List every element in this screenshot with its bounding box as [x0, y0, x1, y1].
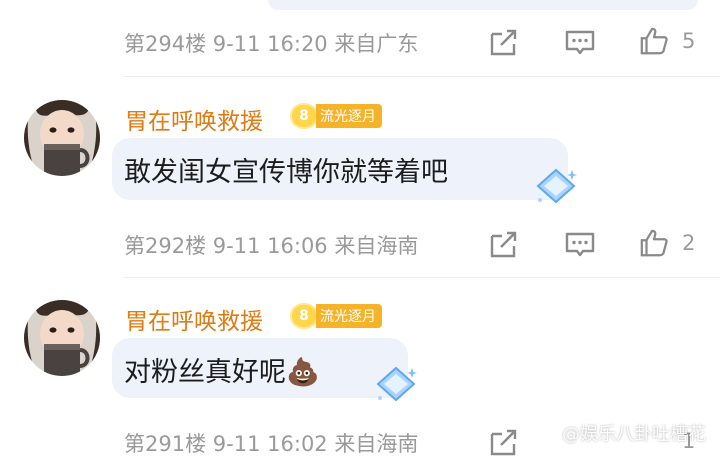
comment-time: 16:06 — [267, 234, 328, 258]
comment-meta-row: 第294楼 9-11 16:20 来自广东 5 — [124, 26, 704, 62]
badge-label: 流光逐月 — [316, 104, 382, 128]
floor-number: 第294楼 — [124, 32, 207, 56]
like-count: 5 — [682, 29, 696, 53]
badge-level: 8 — [290, 103, 318, 129]
comment-location: 来自广东 — [334, 32, 419, 56]
fan-level-badge[interactable]: 8 流光逐月 — [290, 103, 382, 129]
poop-emoji: 💩 — [286, 357, 320, 388]
user-avatar[interactable] — [24, 300, 100, 376]
floor-number: 第291楼 — [124, 432, 207, 456]
comment-time: 16:02 — [267, 432, 328, 456]
comment-date: 9-11 — [212, 32, 261, 56]
comment-date: 9-11 — [212, 432, 261, 456]
floor-number: 第292楼 — [124, 234, 207, 258]
comment-icon[interactable] — [564, 230, 596, 260]
watermark: @娱乐八卦吐槽花 — [562, 424, 706, 445]
comment-meta: 第294楼 9-11 16:20 来自广东 — [124, 28, 418, 58]
comment-time: 16:20 — [267, 32, 328, 56]
username[interactable]: 胃在呼唤救援 — [125, 302, 263, 336]
comment-meta: 第291楼 9-11 16:02 来自海南 — [124, 428, 418, 458]
badge-label: 流光逐月 — [316, 304, 382, 328]
diamond-badge-icon — [376, 366, 417, 402]
comment-location: 来自海南 — [334, 234, 419, 258]
comment-text: 对粉丝真好呢💩 — [124, 350, 320, 389]
comment-text-body: 对粉丝真好呢 — [124, 357, 286, 388]
user-avatar[interactable] — [24, 100, 100, 176]
diamond-badge-icon — [536, 168, 577, 204]
comment-text: 敢发闺女宣传博你就等着吧 — [124, 157, 448, 188]
comment-meta-row: 第292楼 9-11 16:06 来自海南 2 — [124, 228, 704, 264]
comment-divider — [124, 277, 720, 278]
badge-level: 8 — [290, 303, 318, 329]
comment-icon[interactable] — [564, 28, 596, 58]
previous-comment-bubble-edge — [268, 0, 698, 10]
like-count: 2 — [682, 231, 696, 255]
share-icon[interactable] — [488, 230, 520, 260]
fan-level-badge[interactable]: 8 流光逐月 — [290, 303, 382, 329]
comment-divider — [124, 76, 720, 77]
comment-meta: 第292楼 9-11 16:06 来自海南 — [124, 230, 418, 260]
like-icon[interactable] — [638, 26, 670, 56]
like-icon[interactable] — [638, 228, 670, 258]
comment-date: 9-11 — [212, 234, 261, 258]
share-icon[interactable] — [488, 428, 520, 458]
share-icon[interactable] — [488, 28, 520, 58]
username[interactable]: 胃在呼唤救援 — [125, 102, 263, 136]
comment-location: 来自海南 — [334, 432, 419, 456]
